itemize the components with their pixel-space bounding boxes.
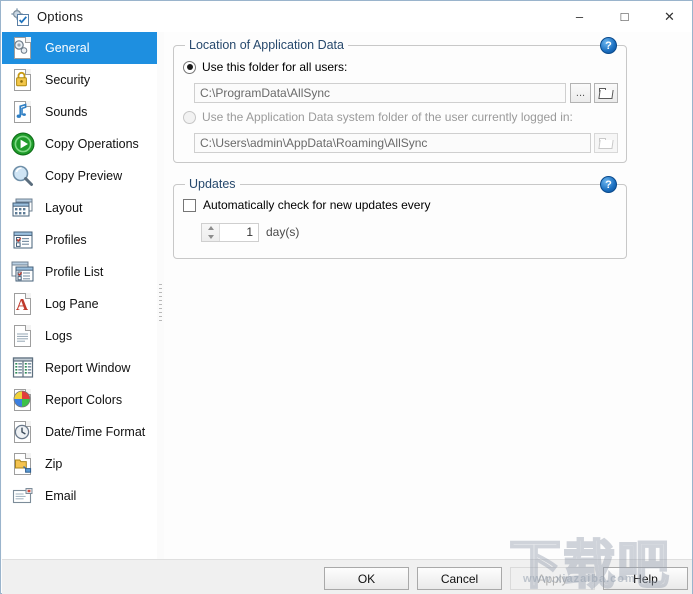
stepper-up-icon[interactable]	[202, 224, 219, 233]
open-folder-icon	[598, 87, 614, 99]
report-grid-icon	[10, 355, 36, 381]
music-note-page-icon	[10, 99, 36, 125]
update-interval-row: 1 day(s)	[201, 223, 299, 242]
sidebar-item-profile-list[interactable]: Profile List	[2, 256, 157, 288]
options-gear-icon	[10, 7, 30, 27]
envelope-icon	[10, 483, 36, 509]
sidebar-item-email[interactable]: Email	[2, 480, 157, 512]
sidebar-item-report-window[interactable]: Report Window	[2, 352, 157, 384]
radio-label: Use this folder for all users:	[202, 60, 348, 74]
sidebar-item-report-colors[interactable]: Report Colors	[2, 384, 157, 416]
browse-ellipsis-button[interactable]: ...	[570, 83, 591, 103]
dialog-content: General Security Sounds Copy Operations …	[2, 32, 692, 559]
magnifier-icon	[10, 163, 36, 189]
browse-folder-button[interactable]	[594, 83, 618, 103]
stepper-arrows[interactable]	[202, 224, 220, 241]
group-title-location: Location of Application Data	[185, 38, 348, 52]
dialog-footer: OK Cancel Apply Help	[2, 559, 692, 594]
sidebar-item-copy-preview[interactable]: Copy Preview	[2, 160, 157, 192]
sidebar-item-logs[interactable]: Logs	[2, 320, 157, 352]
minimize-button[interactable]: –	[557, 1, 602, 32]
color-wheel-page-icon	[10, 387, 36, 413]
sidebar-item-label: Logs	[45, 329, 73, 343]
sidebar-item-copy-operations[interactable]: Copy Operations	[2, 128, 157, 160]
window-controls: – □ ✕	[557, 1, 692, 32]
padlock-page-icon	[10, 67, 36, 93]
sidebar-item-label: Copy Preview	[45, 169, 123, 183]
zip-folder-icon	[10, 451, 36, 477]
browse-folder-button-disabled	[594, 133, 618, 153]
sidebar-item-label: General	[45, 41, 90, 55]
radio-use-current-user-app-data[interactable]: Use the Application Data system folder o…	[183, 110, 573, 124]
general-gear-page-icon	[10, 35, 36, 61]
profile-list-windows-icon	[10, 259, 36, 285]
window-title: Options	[37, 9, 84, 24]
update-interval-stepper[interactable]: 1	[201, 223, 259, 242]
sidebar-item-security[interactable]: Security	[2, 64, 157, 96]
sidebar-item-zip[interactable]: Zip	[2, 448, 157, 480]
clock-page-icon	[10, 419, 36, 445]
sidebar-splitter[interactable]	[157, 32, 164, 559]
current-user-data-folder-path-input: C:\Users\admin\AppData\Roaming\AllSync	[194, 133, 591, 153]
sidebar-item-label: Log Pane	[45, 297, 99, 311]
sidebar-item-date-time-format[interactable]: Date/Time Format	[2, 416, 157, 448]
radio-indicator[interactable]	[183, 60, 196, 74]
help-question-icon[interactable]: ?	[600, 37, 617, 54]
open-folder-icon	[598, 137, 614, 149]
sidebar-item-label: Date/Time Format	[45, 425, 146, 439]
help-question-icon[interactable]: ?	[600, 176, 617, 193]
updates-group: Updates ? Automatically check for new up…	[173, 176, 627, 259]
radio-label: Use the Application Data system folder o…	[202, 110, 573, 124]
maximize-button[interactable]: □	[602, 1, 647, 32]
sidebar-item-label: Layout	[45, 201, 83, 215]
checkbox-label: Automatically check for new updates ever…	[203, 198, 431, 212]
lined-page-icon	[10, 323, 36, 349]
window-layout-icon	[10, 195, 36, 221]
settings-category-list[interactable]: General Security Sounds Copy Operations …	[2, 32, 158, 559]
sidebar-item-label: Email	[45, 489, 77, 503]
splitter-grip-icon[interactable]	[159, 284, 162, 324]
sidebar-item-log-pane[interactable]: A Log Pane	[2, 288, 157, 320]
help-button[interactable]: Help	[603, 567, 688, 590]
options-dialog: Options – □ ✕ General Security Sounds Co…	[0, 0, 693, 594]
sidebar-item-profiles[interactable]: Profiles	[2, 224, 157, 256]
location-of-application-data-group: Location of Application Data ? Use this …	[173, 37, 627, 163]
radio-use-folder-for-all-users[interactable]: Use this folder for all users:	[183, 60, 347, 74]
sidebar-item-label: Report Window	[45, 361, 131, 375]
sidebar-item-label: Profiles	[45, 233, 87, 247]
sidebar-item-general[interactable]: General	[2, 32, 157, 64]
close-button[interactable]: ✕	[647, 1, 692, 32]
cancel-button[interactable]: Cancel	[417, 567, 502, 590]
sidebar-item-label: Profile List	[45, 265, 104, 279]
shared-data-folder-path-input[interactable]: C:\ProgramData\AllSync	[194, 83, 566, 103]
sidebar-item-label: Sounds	[45, 105, 88, 119]
checkbox-auto-check-updates[interactable]: Automatically check for new updates ever…	[183, 198, 430, 212]
sidebar-item-layout[interactable]: Layout	[2, 192, 157, 224]
sidebar-item-label: Zip	[45, 457, 63, 471]
sidebar-item-sounds[interactable]: Sounds	[2, 96, 157, 128]
svg-text:A: A	[16, 295, 29, 314]
sidebar-item-label: Report Colors	[45, 393, 123, 407]
apply-button: Apply	[510, 567, 595, 590]
update-interval-unit-label: day(s)	[266, 225, 300, 239]
ok-button[interactable]: OK	[324, 567, 409, 590]
sidebar-item-label: Copy Operations	[45, 137, 139, 151]
group-title-updates: Updates	[185, 177, 240, 191]
title-bar: Options – □ ✕	[1, 1, 692, 32]
sidebar-item-label: Security	[45, 73, 91, 87]
radio-indicator[interactable]	[183, 110, 196, 124]
checkbox-indicator[interactable]	[183, 198, 196, 212]
red-letter-a-page-icon: A	[10, 291, 36, 317]
settings-panel-general: Location of Application Data ? Use this …	[164, 32, 692, 559]
update-interval-value[interactable]: 1	[220, 224, 258, 241]
stepper-down-icon[interactable]	[202, 233, 219, 242]
profile-window-icon	[10, 227, 36, 253]
green-play-circle-icon	[10, 131, 36, 157]
